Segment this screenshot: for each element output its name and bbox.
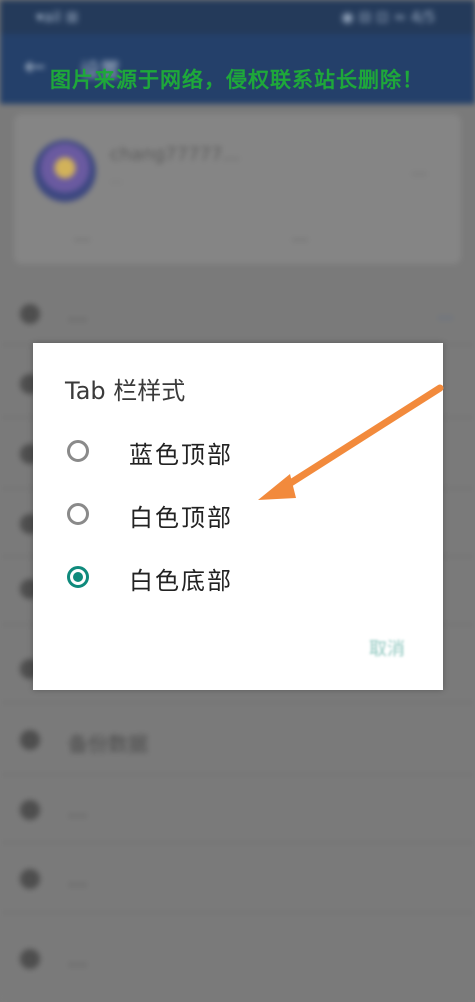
pointer-arrow-icon	[258, 384, 444, 500]
watermark: 图片来源于网络，侵权联系站长删除！	[50, 68, 424, 92]
